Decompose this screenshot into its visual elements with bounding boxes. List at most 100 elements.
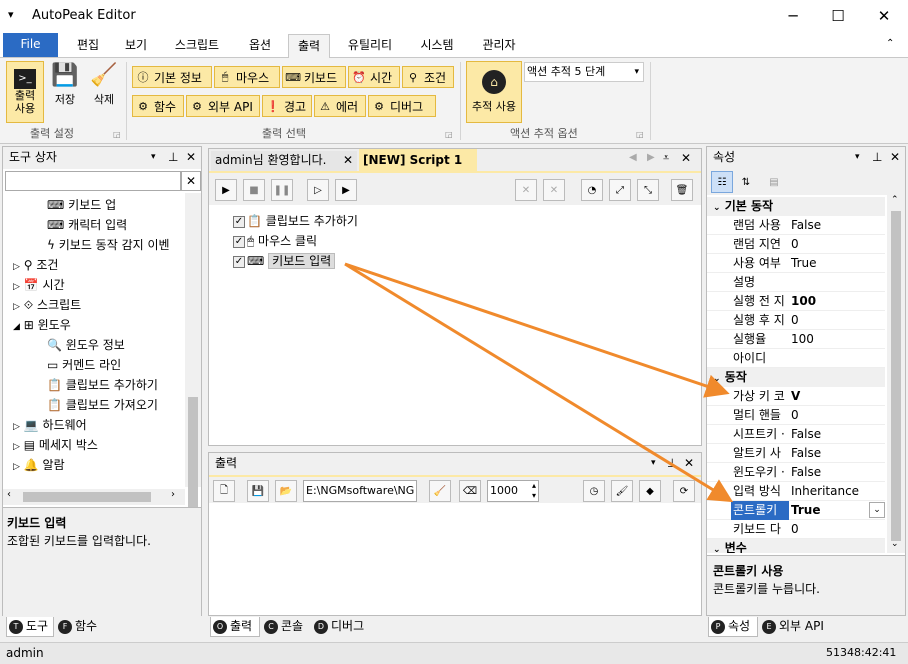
property-row[interactable]: 실행 전 지 100	[707, 292, 885, 311]
tab-debug[interactable]: D 디버그	[312, 617, 372, 637]
collapse-all-icon[interactable]: ⤡	[637, 179, 659, 201]
scroll-up-icon[interactable]: ⌃	[891, 195, 899, 205]
debug-button[interactable]: ⚙ 디버그	[368, 95, 436, 117]
folder-icon[interactable]: 📂	[275, 480, 297, 502]
minimize-icon[interactable]: ─	[770, 0, 816, 32]
toolbox-hscrollbar[interactable]: ‹ ›	[3, 489, 185, 505]
close-icon[interactable]: ✕	[861, 0, 907, 32]
save-icon[interactable]: 💾	[247, 480, 269, 502]
tree-item-script[interactable]: ▷ ⟐ 스크립트	[13, 295, 81, 315]
collapse-ribbon-icon[interactable]: ⌃	[886, 38, 894, 49]
category-basic[interactable]: ⌄ 기본 동작	[707, 197, 885, 216]
mouse-button[interactable]: 🖱 마우스	[214, 66, 280, 88]
tab-admin[interactable]: 관리자	[472, 34, 526, 58]
scroll-thumb[interactable]	[891, 211, 901, 541]
output-content[interactable]	[209, 505, 701, 615]
category-variable[interactable]: ⌄ 변수	[707, 539, 885, 553]
stepper-arrows-icon[interactable]: ▴ ▾	[532, 481, 536, 501]
play-selected-icon[interactable]: ▷	[307, 179, 329, 201]
property-row[interactable]: 가상 키 코V	[707, 387, 885, 406]
system-menu-icon[interactable]: ▾	[8, 8, 14, 21]
disabled-close-icon[interactable]: ✕	[543, 179, 565, 201]
chevron-down-icon[interactable]: ⌄	[869, 502, 885, 518]
property-row[interactable]: 실행 후 지0	[707, 311, 885, 330]
checkbox-checked-icon[interactable]: ✓	[233, 255, 245, 268]
scroll-thumb[interactable]	[23, 492, 151, 502]
scroll-right-icon[interactable]: ▶	[647, 152, 655, 163]
play-icon[interactable]: ▶	[215, 179, 237, 201]
tab-options[interactable]: 옵션	[238, 34, 282, 58]
script-node[interactable]: ✓ 📋 클립보드 추가하기	[233, 211, 358, 231]
tree-item-command-line[interactable]: ▭ 커멘드 라인	[47, 355, 121, 375]
close-icon[interactable]: ✕	[681, 151, 691, 165]
time-button[interactable]: ⏰ 시간	[348, 66, 400, 88]
property-row[interactable]: 아이디	[707, 349, 885, 368]
dropdown-icon[interactable]: ▾	[151, 147, 156, 167]
tree-item-char-input[interactable]: ⌨ 캐릭터 입력	[47, 215, 127, 235]
tree-item-time[interactable]: ▷ 📅 시간	[13, 275, 65, 295]
dropdown-icon[interactable]: ▾	[855, 147, 860, 167]
dialog-launcher-icon[interactable]: ◲	[636, 130, 644, 139]
property-row[interactable]: 키보드 다0	[707, 520, 885, 539]
scroll-thumb[interactable]	[188, 397, 198, 523]
property-pages-icon[interactable]: ▤	[763, 171, 785, 193]
sort-alpha-icon[interactable]: ⇅	[735, 171, 757, 193]
tree-item-window[interactable]: ◢ ⊞ 윈도우	[13, 315, 71, 335]
track-use-button[interactable]: ⌂ 추적 사용	[466, 61, 522, 123]
tree-item-keyboard-up[interactable]: ⌨ 키보드 업	[47, 195, 116, 215]
save-button[interactable]: 💾 저장	[48, 61, 82, 123]
property-row[interactable]: 시프트키 · False	[707, 425, 885, 444]
tab-output[interactable]: 출력	[288, 34, 330, 58]
tab-list-icon[interactable]: ⩡	[663, 151, 669, 165]
condition-button[interactable]: ⚲ 조건	[402, 66, 454, 88]
reload-icon[interactable]: ⟳	[673, 480, 695, 502]
expand-all-icon[interactable]: ⤢	[609, 179, 631, 201]
property-row[interactable]: 랜덤 사용 False	[707, 216, 885, 235]
property-row-selected[interactable]: 콘트롤키 True ⌄	[707, 501, 885, 520]
property-row[interactable]: 사용 여부 True	[707, 254, 885, 273]
maximize-icon[interactable]: ☐	[815, 0, 861, 32]
close-icon[interactable]: ✕	[186, 147, 196, 167]
tree-item-alarm[interactable]: ▷ 🔔 알람	[13, 455, 65, 475]
tree-item-message-box[interactable]: ▷ ▤ 메세지 박스	[13, 435, 98, 455]
fill-icon[interactable]: ◆	[639, 480, 661, 502]
close-icon[interactable]: ✕	[890, 147, 900, 167]
function-button[interactable]: ⚙ 함수	[132, 95, 184, 117]
new-file-icon[interactable]: 🗋	[213, 480, 235, 502]
tab-functions[interactable]: F 함수	[56, 617, 104, 637]
toolbox-vscrollbar[interactable]	[185, 193, 201, 523]
dialog-launcher-icon[interactable]: ◲	[445, 130, 453, 139]
scroll-down-icon[interactable]: ⌄	[891, 539, 899, 549]
script-node[interactable]: ✓ 🖱 마우스 클릭	[233, 231, 317, 251]
toolbox-search-input[interactable]	[5, 171, 181, 191]
dialog-launcher-icon[interactable]: ◲	[113, 130, 121, 139]
close-icon[interactable]: ✕	[684, 453, 694, 473]
close-icon[interactable]: ✕	[343, 151, 353, 169]
property-row[interactable]: 입력 방식 Inheritance	[707, 482, 885, 501]
checkbox-checked-icon[interactable]: ✓	[233, 215, 245, 228]
property-row[interactable]: 멀티 핸들 0	[707, 406, 885, 425]
play-from-icon[interactable]: ▶	[335, 179, 357, 201]
tab-properties[interactable]: P 속성	[708, 617, 758, 637]
eraser-icon[interactable]: ⌫	[459, 480, 481, 502]
external-api-button[interactable]: ⚙ 외부 API	[186, 95, 260, 117]
tab-view[interactable]: 보기	[114, 34, 158, 58]
property-row[interactable]: 실행율 100	[707, 330, 885, 349]
output-use-button[interactable]: >_ 출력 사용	[6, 61, 44, 123]
property-row[interactable]: 랜덤 지연 0	[707, 235, 885, 254]
keyboard-button[interactable]: ⌨ 키보드	[282, 66, 346, 88]
file-menu[interactable]: File	[3, 33, 58, 57]
tree-item-condition[interactable]: ▷ ⚲ 조건	[13, 255, 58, 275]
delete-button[interactable]: 🧹 삭제	[86, 61, 122, 123]
basic-info-button[interactable]: ⓘ 기본 정보	[132, 66, 212, 88]
line-count-stepper[interactable]: 1000 ▴ ▾	[487, 480, 539, 502]
pin-icon[interactable]: ⊥	[667, 453, 677, 473]
script-node-selected[interactable]: ✓ ⌨ 키보드 입력	[233, 251, 336, 271]
tab-output-panel[interactable]: O 출력	[210, 617, 260, 637]
output-path-input[interactable]: E:\NGMsoftware\NG	[303, 480, 417, 502]
tab-tools[interactable]: T 도구	[6, 617, 54, 637]
property-row[interactable]: 윈도우키 · False	[707, 463, 885, 482]
pause-icon[interactable]: ❚❚	[271, 179, 293, 201]
disabled-close-icon[interactable]: ✕	[515, 179, 537, 201]
tab-system[interactable]: 시스템	[410, 34, 464, 58]
